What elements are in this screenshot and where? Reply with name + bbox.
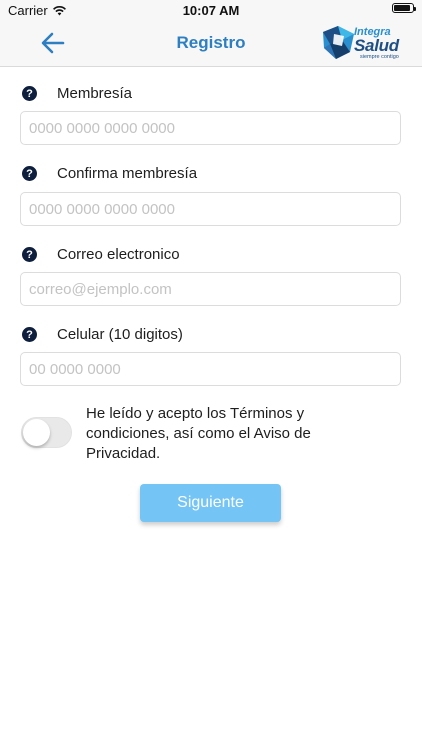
email-label-text: Correo electronico [57, 246, 180, 263]
phone-label-text: Celular (10 digitos) [57, 326, 183, 343]
confirm-membership-label: ? Confirma membresía [22, 165, 197, 182]
status-bar: Carrier 10:07 AM [0, 0, 422, 20]
email-label: ? Correo electronico [22, 246, 180, 263]
integra-salud-logo: Integra Salud siempre contigo [320, 24, 400, 62]
help-icon[interactable]: ? [22, 86, 37, 101]
email-input[interactable] [20, 272, 401, 306]
logo-line2: Salud [354, 36, 399, 55]
phone-input[interactable] [20, 352, 401, 386]
next-button[interactable]: Siguiente [140, 484, 281, 522]
logo-tagline: siempre contigo [360, 54, 399, 60]
battery-group [392, 3, 416, 13]
terms-toggle[interactable] [21, 417, 72, 448]
phone-label: ? Celular (10 digitos) [22, 326, 183, 343]
membership-label-text: Membresía [57, 85, 133, 102]
confirm-membership-input[interactable] [20, 192, 401, 226]
membership-input[interactable] [20, 111, 401, 145]
navigation-bar: Registro Integra Salud siempre contigo [0, 20, 422, 67]
terms-text: He leído y acepto los Términos y condici… [86, 405, 311, 462]
confirm-membership-label-text: Confirma membresía [57, 165, 198, 182]
battery-icon [392, 3, 416, 13]
membership-label: ? Membresía [22, 85, 132, 102]
status-time: 10:07 AM [182, 3, 240, 18]
toggle-knob [23, 419, 50, 446]
help-icon[interactable]: ? [22, 327, 37, 342]
help-icon[interactable]: ? [22, 247, 37, 262]
help-icon[interactable]: ? [22, 166, 37, 181]
battery-fill [394, 5, 411, 11]
